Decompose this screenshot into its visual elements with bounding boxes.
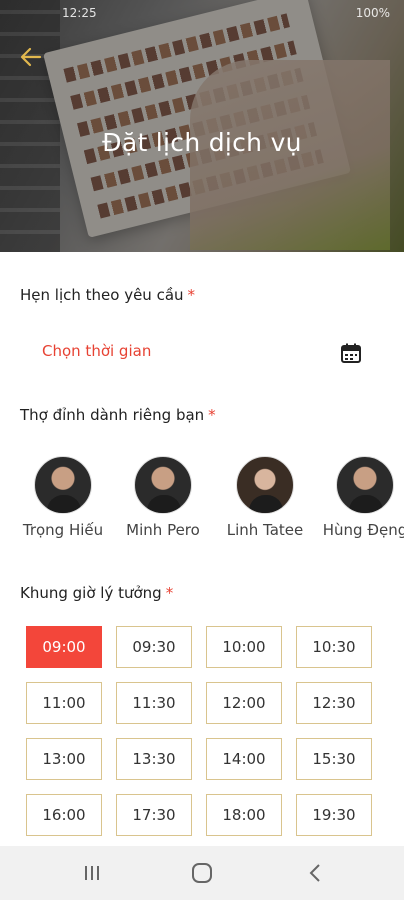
page-title: Đặt lịch dịch vụ: [102, 128, 302, 157]
home-icon[interactable]: [188, 860, 216, 886]
arrow-left-icon: [20, 47, 42, 67]
system-nav-bar: [0, 846, 404, 900]
required-mark: *: [208, 406, 216, 424]
status-time: 12:25: [62, 6, 97, 20]
stylist-name: Hùng Đẹng: [322, 521, 404, 539]
time-slot[interactable]: 09:00: [26, 626, 102, 668]
date-picker-field[interactable]: Chọn thời gian: [20, 330, 384, 374]
stylist-name: Minh Pero: [126, 521, 200, 539]
required-mark: *: [187, 286, 196, 304]
calendar-icon[interactable]: [340, 342, 362, 364]
appointment-label: Hẹn lịch theo yêu cầu: [20, 286, 184, 304]
hero-overlay: [0, 0, 404, 252]
time-slot[interactable]: 16:00: [26, 794, 102, 836]
stylist-name: Trọng Hiếu: [22, 521, 104, 539]
status-battery: 100%: [355, 6, 390, 20]
time-label: Khung giờ lý tưởng: [20, 584, 162, 602]
time-slot[interactable]: 13:00: [26, 738, 102, 780]
stylists-label: Thợ đỉnh dành riêng bạn: [20, 406, 205, 424]
time-slot[interactable]: 19:30: [296, 794, 372, 836]
hero-banner: 12:25 100% Đặt lịch dịch vụ: [0, 0, 404, 252]
avatar: [236, 456, 294, 514]
time-slot[interactable]: 18:00: [206, 794, 282, 836]
avatar: [336, 456, 394, 514]
stylist-name: Linh Tatee: [226, 521, 304, 539]
time-slot[interactable]: 10:00: [206, 626, 282, 668]
time-slot[interactable]: 15:30: [296, 738, 372, 780]
stylists-label-row: Thợ đỉnh dành riêng bạn *: [20, 406, 216, 424]
avatar: [34, 456, 92, 514]
time-slot[interactable]: 13:30: [116, 738, 192, 780]
stylist-carousel[interactable]: Trọng Hiếu Minh Pero Linh Tatee Hùng Đẹn…: [0, 452, 404, 572]
back-chevron-icon[interactable]: [302, 860, 330, 886]
time-slot[interactable]: 09:30: [116, 626, 192, 668]
stylist-card[interactable]: Minh Pero: [118, 452, 208, 539]
date-placeholder: Chọn thời gian: [42, 342, 152, 360]
time-label-row: Khung giờ lý tưởng *: [20, 584, 173, 602]
time-slot[interactable]: 12:30: [296, 682, 372, 724]
back-button[interactable]: [18, 44, 48, 74]
time-slot[interactable]: 17:30: [116, 794, 192, 836]
time-slot[interactable]: 10:30: [296, 626, 372, 668]
avatar: [134, 456, 192, 514]
time-slot[interactable]: 11:30: [116, 682, 192, 724]
stylist-card[interactable]: Linh Tatee: [220, 452, 310, 539]
required-mark: *: [165, 584, 174, 602]
status-bar: 12:25 100%: [0, 4, 404, 24]
time-slot[interactable]: 12:00: [206, 682, 282, 724]
time-slot[interactable]: 11:00: [26, 682, 102, 724]
stylist-card[interactable]: Trọng Hiếu: [18, 452, 108, 539]
recents-icon[interactable]: [78, 860, 106, 886]
appointment-label-row: Hẹn lịch theo yêu cầu *: [20, 286, 195, 304]
stylist-card[interactable]: Hùng Đẹng: [320, 452, 404, 539]
time-slot[interactable]: 14:00: [206, 738, 282, 780]
